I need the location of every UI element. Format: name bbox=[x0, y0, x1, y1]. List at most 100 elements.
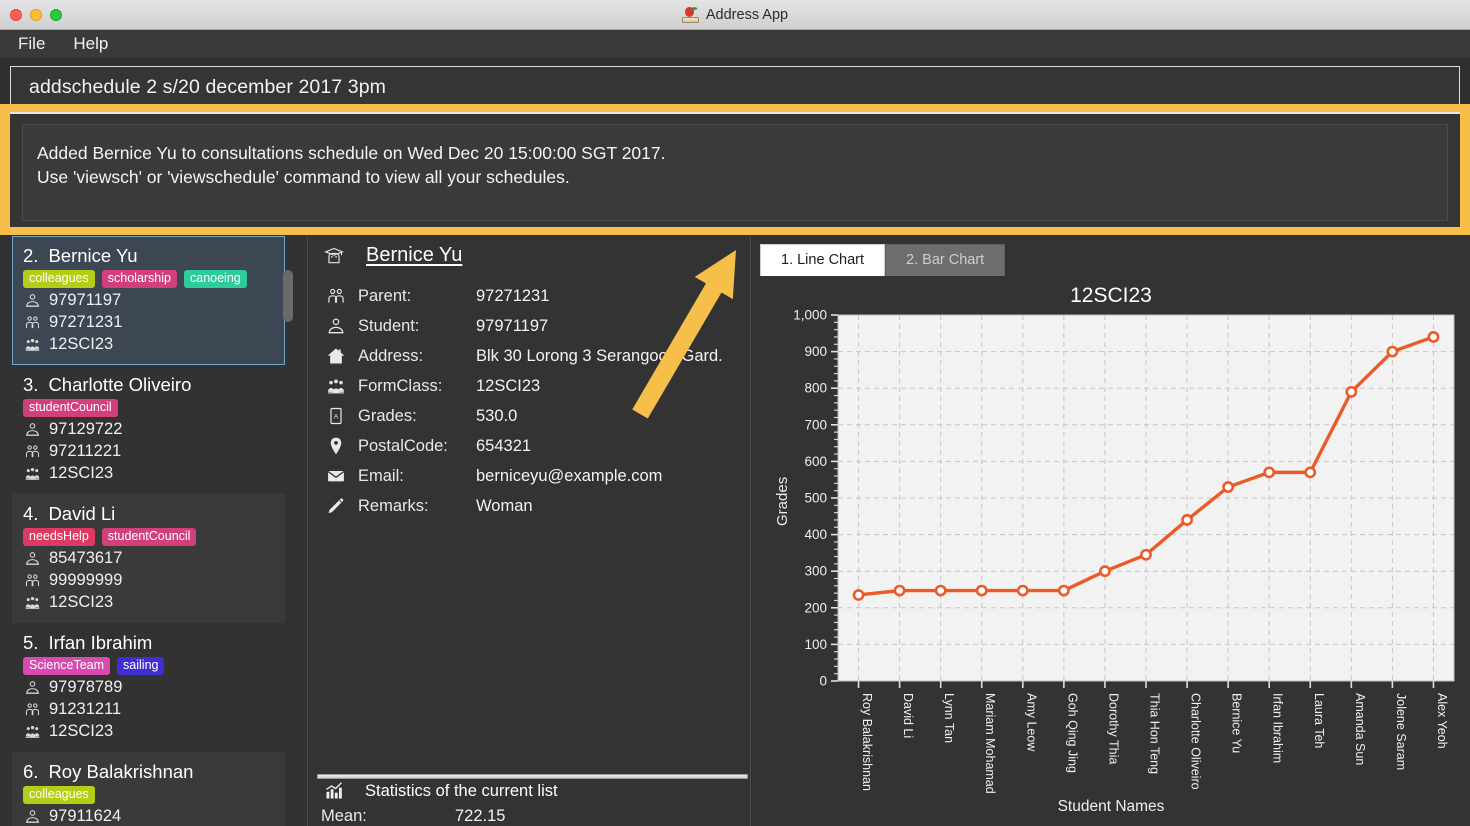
graduate-icon bbox=[324, 247, 344, 263]
person-card-field-value: 97978789 bbox=[49, 678, 123, 696]
data-point-marker[interactable] bbox=[975, 584, 988, 597]
detail-divider bbox=[317, 774, 748, 779]
detail-field-label: Grades: bbox=[358, 406, 417, 425]
x-tick-label: Alex Yeoh bbox=[1435, 693, 1449, 749]
data-point-marker[interactable] bbox=[1057, 584, 1070, 597]
detail-field-row: Student: 97971197 bbox=[325, 311, 750, 341]
person-card-field: 12SCI23 bbox=[23, 464, 274, 483]
app-window: Address App File Help addschedule 2 s/20… bbox=[0, 0, 1470, 826]
data-point-marker[interactable] bbox=[1222, 481, 1235, 493]
statistic-row: Mean: 722.15 bbox=[309, 801, 750, 826]
apple-book-icon bbox=[681, 5, 699, 24]
x-tick-label: David Li bbox=[901, 693, 915, 738]
person-card-field: 12SCI23 bbox=[23, 722, 274, 741]
person-card-title: 5. Irfan Ibrahim bbox=[23, 632, 274, 654]
person-name: David Li bbox=[48, 503, 116, 524]
detail-field-label: Student: bbox=[358, 316, 420, 335]
data-point-marker[interactable] bbox=[893, 584, 906, 597]
data-point-marker[interactable] bbox=[1140, 548, 1152, 561]
menu-bar: File Help bbox=[0, 30, 1470, 59]
tab-line-chart[interactable]: 1. Line Chart bbox=[760, 244, 886, 276]
parents-icon bbox=[25, 316, 40, 329]
student-icon bbox=[26, 294, 39, 307]
person-tag-list: ScienceTeam sailing bbox=[23, 657, 274, 675]
x-tick-label: Charlotte Oliveiro bbox=[1189, 693, 1203, 790]
statistic-label: Mean: bbox=[321, 806, 367, 825]
person-list-panel[interactable]: 2. Bernice Yu colleagues scholarship canoein… bbox=[0, 236, 308, 826]
data-point-marker[interactable] bbox=[1386, 345, 1399, 358]
detail-field-row: A Grades: 530.0 bbox=[325, 401, 750, 431]
detail-field-label: Email: bbox=[358, 466, 404, 485]
person-card-field: 97978789 bbox=[23, 678, 274, 697]
menu-help[interactable]: Help bbox=[73, 34, 108, 54]
tag-badge: needsHelp bbox=[23, 528, 95, 546]
data-point-marker[interactable] bbox=[1263, 466, 1276, 479]
person-card-field: 99999999 bbox=[23, 571, 274, 590]
result-display-text: Added Bernice Yu to consultations schedu… bbox=[22, 124, 1448, 221]
detail-field-value: 97971197 bbox=[476, 316, 549, 335]
chart-tabs[interactable]: 1. Line Chart 2. Bar Chart bbox=[752, 236, 1470, 276]
person-card[interactable]: 6.Roy Balakrishnancolleagues979116249711… bbox=[12, 752, 285, 826]
y-tick-label: 100 bbox=[804, 637, 827, 652]
data-point-marker[interactable] bbox=[1304, 466, 1317, 479]
data-point-marker[interactable] bbox=[1099, 565, 1111, 578]
person-index: 6. bbox=[23, 761, 39, 782]
detail-field-value: 530.0 bbox=[476, 406, 518, 425]
person-card-field-value: 97971197 bbox=[49, 291, 122, 309]
y-tick-label: 200 bbox=[804, 600, 827, 615]
scrollbar-thumb[interactable] bbox=[283, 270, 293, 322]
data-point-marker[interactable] bbox=[1345, 385, 1358, 398]
tag-badge: studentCouncil bbox=[23, 399, 118, 417]
data-point-marker[interactable] bbox=[934, 584, 947, 597]
tag-badge: ScienceTeam bbox=[23, 657, 111, 675]
student-icon bbox=[26, 810, 39, 823]
window-titlebar: Address App bbox=[0, 0, 1470, 30]
command-input[interactable]: addschedule 2 s/20 december 2017 3pm bbox=[10, 66, 1460, 108]
svg-text:A: A bbox=[334, 414, 339, 421]
class-icon bbox=[25, 725, 40, 738]
person-card-field-value: 85473617 bbox=[49, 549, 123, 567]
tab-bar-chart[interactable]: 2. Bar Chart bbox=[885, 244, 1006, 276]
line-chart-svg[interactable]: 0 100 200 300 400 500 600 700 800 900 1,000 Roy Bal… bbox=[752, 298, 1470, 826]
statistics-header: Statistics of the current list bbox=[309, 781, 750, 801]
detail-field-row: Remarks: Woman bbox=[325, 491, 750, 521]
data-point-marker[interactable] bbox=[852, 589, 865, 601]
person-card-field-value: 12SCI23 bbox=[49, 335, 114, 353]
data-point-marker[interactable] bbox=[1016, 584, 1029, 597]
person-detail-panel: Bernice Yu Parent: 97271231 Student: 979711… bbox=[309, 236, 751, 826]
detail-field-row: Parent: 97271231 bbox=[325, 281, 750, 311]
data-point-marker[interactable] bbox=[1427, 331, 1440, 343]
person-tag-list: colleagues bbox=[23, 786, 274, 804]
student-icon bbox=[26, 423, 39, 436]
person-card-field-value: 91231211 bbox=[49, 700, 122, 718]
person-card[interactable]: 5. Irfan Ibrahim ScienceTeam sailing 9797878… bbox=[12, 623, 285, 752]
menu-file[interactable]: File bbox=[18, 34, 45, 54]
person-tag-list: needsHelp studentCouncil bbox=[23, 528, 274, 546]
detail-field-value: berniceyu@example.com bbox=[476, 466, 663, 485]
person-index: 3. bbox=[23, 374, 39, 395]
x-tick-label: Lynn Tan bbox=[942, 693, 956, 743]
person-card-field-value: 12SCI23 bbox=[49, 464, 114, 482]
person-card-field-value: 12SCI23 bbox=[49, 722, 114, 740]
statistics-title: Statistics of the current list bbox=[365, 781, 558, 800]
student-icon bbox=[26, 552, 39, 565]
person-card[interactable]: 4. David Li needsHelp studentCouncil 8547361… bbox=[12, 494, 285, 623]
pencil-icon bbox=[328, 498, 344, 514]
x-tick-label: Mariam Mohamad bbox=[983, 693, 997, 794]
person-card-field: 97129722 bbox=[23, 420, 274, 439]
statistic-value: 722.15 bbox=[455, 806, 506, 825]
y-tick-label: 1,000 bbox=[793, 308, 827, 323]
person-card-title: 2. Bernice Yu bbox=[23, 245, 274, 267]
data-point-marker[interactable] bbox=[1181, 514, 1193, 526]
parents-icon bbox=[25, 574, 40, 587]
person-card[interactable]: 2. Bernice Yu colleagues scholarship canoein… bbox=[12, 236, 285, 365]
y-tick-label: 600 bbox=[804, 454, 827, 469]
person-card-field-value: 97211221 bbox=[49, 442, 122, 460]
person-card-title: 3. Charlotte Oliveiro bbox=[23, 374, 274, 396]
detail-field-list: Parent: 97271231 Student: 97971197 Address: B… bbox=[309, 267, 750, 521]
x-tick-label: Amanda Sun bbox=[1353, 693, 1367, 765]
person-list[interactable]: 2. Bernice Yu colleagues scholarship canoein… bbox=[0, 236, 307, 826]
person-card-field-value: 97911624 bbox=[49, 807, 122, 825]
person-card[interactable]: 3. Charlotte Oliveiro studentCouncil 971297… bbox=[12, 365, 285, 494]
person-list-scrollbar[interactable] bbox=[283, 236, 301, 826]
